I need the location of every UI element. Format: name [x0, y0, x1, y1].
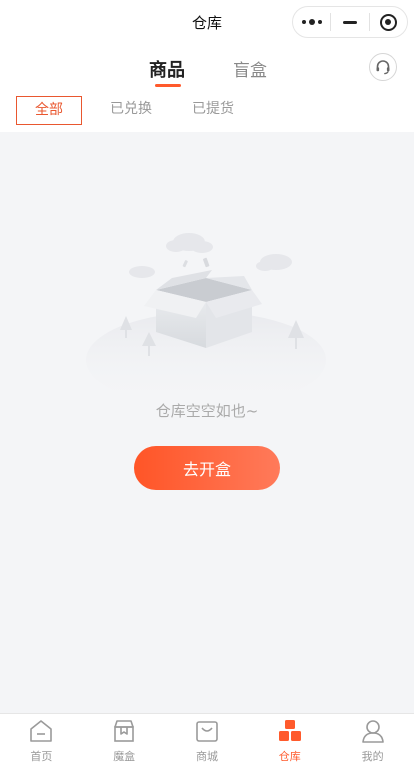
title-bar: 仓库: [0, 0, 414, 44]
nav-item-warehouse[interactable]: 仓库: [248, 714, 331, 780]
open-box-button[interactable]: 去开盒: [134, 446, 280, 490]
more-menu-button[interactable]: [293, 6, 330, 38]
minus-icon: [343, 20, 357, 24]
headset-icon: [376, 60, 390, 75]
filter-bar: 全部 已兑换 已提货: [0, 90, 414, 132]
magic-box-icon: [114, 720, 134, 742]
tab-blind-box[interactable]: 盲盒: [233, 56, 267, 81]
target-icon: [379, 13, 397, 31]
home-icon: [30, 720, 53, 742]
nav-label-magic-box: 魔盒: [113, 750, 136, 763]
top-tab-bar: 商品 盲盒: [0, 44, 414, 90]
mall-icon: [196, 721, 218, 742]
tab-goods[interactable]: 商品: [149, 56, 185, 82]
filter-delivered[interactable]: 已提货: [182, 96, 244, 125]
bottom-navigation: 首页 魔盒 商城 仓库 我的: [0, 713, 414, 780]
mini-program-capsule: [292, 6, 408, 38]
nav-item-mall[interactable]: 商城: [166, 714, 249, 780]
active-tab-indicator: [155, 84, 181, 87]
nav-label-home: 首页: [30, 750, 53, 763]
nav-item-profile[interactable]: 我的: [331, 714, 414, 780]
nav-label-profile: 我的: [361, 750, 384, 763]
filter-all[interactable]: 全部: [16, 96, 82, 125]
empty-warehouse-illustration: [86, 233, 326, 390]
warehouse-icon: [278, 720, 301, 741]
empty-state-message: 仓库空空如也~: [155, 402, 259, 420]
nav-label-mall: 商城: [195, 750, 218, 763]
minimize-button[interactable]: [331, 6, 368, 38]
nav-item-magic-box[interactable]: 魔盒: [83, 714, 166, 780]
profile-icon: [361, 720, 384, 743]
nav-label-warehouse: 仓库: [278, 750, 301, 763]
nav-item-home[interactable]: 首页: [0, 714, 83, 780]
filter-exchanged[interactable]: 已兑换: [100, 96, 162, 125]
close-mini-program-button[interactable]: [370, 6, 407, 38]
more-dots-icon: [301, 19, 322, 25]
customer-service-button[interactable]: [369, 53, 397, 81]
